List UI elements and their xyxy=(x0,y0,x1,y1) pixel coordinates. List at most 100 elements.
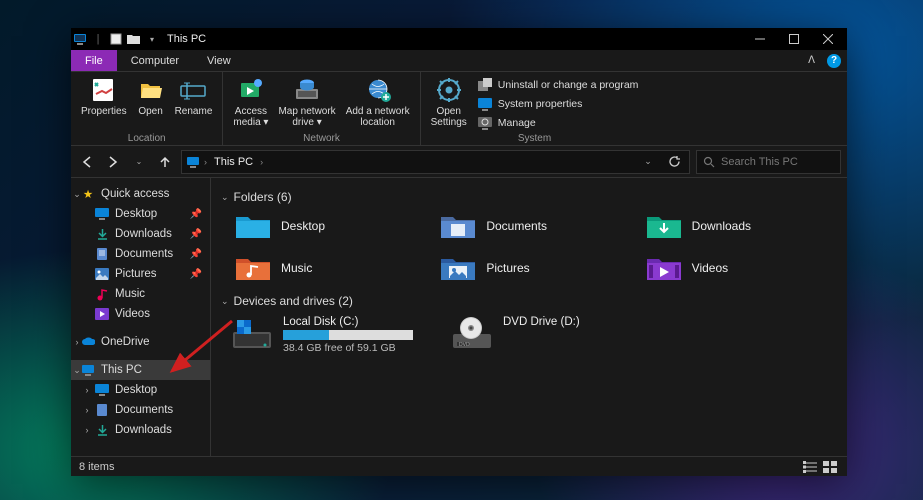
add-network-location-button[interactable]: Add a network location xyxy=(342,74,414,132)
videos-folder-icon xyxy=(646,254,682,282)
minimize-button[interactable] xyxy=(743,28,777,50)
tab-file[interactable]: File xyxy=(71,50,117,71)
rename-icon xyxy=(179,76,207,104)
tab-view[interactable]: View xyxy=(193,50,245,71)
drives-row: Local Disk (C:) 38.4 GB free of 59.1 GB … xyxy=(221,312,837,354)
sidebar-this-pc[interactable]: ⌄ This PC xyxy=(71,360,210,380)
drive-local-disk-c[interactable]: Local Disk (C:) 38.4 GB free of 59.1 GB xyxy=(231,316,431,354)
sidebar-quick-access[interactable]: ⌄ ★ Quick access xyxy=(71,184,210,204)
address-dropdown[interactable]: ⌄ xyxy=(637,151,659,173)
address-bar[interactable]: › This PC › ⌄ xyxy=(181,150,690,174)
manage-button[interactable]: Manage xyxy=(473,114,643,132)
folder-desktop[interactable]: Desktop xyxy=(231,208,426,244)
folder-pictures[interactable]: Pictures xyxy=(436,250,631,286)
window-title: This PC xyxy=(167,33,206,45)
open-settings-button[interactable]: Open Settings xyxy=(427,74,471,132)
qat-separator: | xyxy=(91,32,105,46)
address-pc-icon xyxy=(186,155,200,169)
qat-dropdown-icon[interactable]: ▾ xyxy=(145,32,159,46)
properties-button[interactable]: Properties xyxy=(77,74,131,132)
desktop-folder-icon xyxy=(235,212,271,240)
chevron-right-icon[interactable]: › xyxy=(71,337,83,347)
tab-computer[interactable]: Computer xyxy=(117,50,193,71)
nav-back[interactable] xyxy=(77,152,97,172)
qat-folder-icon[interactable] xyxy=(127,32,141,46)
open-icon xyxy=(137,76,165,104)
music-folder-icon xyxy=(235,254,271,282)
search-placeholder: Search This PC xyxy=(721,156,798,168)
map-drive-icon xyxy=(293,76,321,104)
sidebar-tp-desktop[interactable]: › Desktop xyxy=(71,380,210,400)
group-label-system: System xyxy=(427,132,643,144)
sidebar-desktop[interactable]: Desktop 📌 xyxy=(71,204,210,224)
chevron-right-icon[interactable]: › xyxy=(81,405,93,415)
address-sep2[interactable]: › xyxy=(260,157,263,167)
onedrive-icon xyxy=(81,335,95,349)
nav-recent[interactable]: ⌄ xyxy=(129,152,149,172)
folder-music[interactable]: Music xyxy=(231,250,426,286)
folder-videos[interactable]: Videos xyxy=(642,250,837,286)
pin-icon: 📌 xyxy=(190,229,202,240)
music-icon xyxy=(95,287,109,301)
group-label-network: Network xyxy=(229,132,413,144)
drive-dvd-d[interactable]: DVD DVD Drive (D:) xyxy=(451,316,651,354)
navbar: ⌄ › This PC › ⌄ Search This PC xyxy=(71,146,847,178)
chevron-down-icon: ⌄ xyxy=(221,192,229,203)
maximize-button[interactable] xyxy=(777,28,811,50)
refresh-button[interactable] xyxy=(663,151,685,173)
folder-documents[interactable]: Documents xyxy=(436,208,631,244)
access-media-button[interactable]: Access media ▾ xyxy=(229,74,272,132)
ribbon-group-system: Open Settings Uninstall or change a prog… xyxy=(421,72,649,145)
open-button[interactable]: Open xyxy=(133,74,169,132)
system-properties-button[interactable]: System properties xyxy=(473,95,643,113)
add-location-icon xyxy=(364,76,392,104)
desktop-icon xyxy=(95,207,109,221)
uninstall-icon xyxy=(477,77,493,93)
pin-icon: 📌 xyxy=(190,249,202,260)
sidebar: ⌄ ★ Quick access Desktop 📌 Downloads 📌 D… xyxy=(71,178,211,456)
status-items: 8 items xyxy=(79,461,114,473)
content-pane[interactable]: ⌄ Folders (6) Desktop Documents Download… xyxy=(211,178,847,456)
sidebar-downloads[interactable]: Downloads 📌 xyxy=(71,224,210,244)
chevron-right-icon[interactable]: › xyxy=(81,385,93,395)
address-crumb[interactable]: This PC xyxy=(211,156,256,168)
pictures-icon xyxy=(95,267,109,281)
desktop-icon xyxy=(95,383,109,397)
search-box[interactable]: Search This PC xyxy=(696,150,841,174)
sidebar-tp-downloads[interactable]: › Downloads xyxy=(71,420,210,440)
nav-up[interactable] xyxy=(155,152,175,172)
ribbon-collapse[interactable]: ᐱ xyxy=(802,50,821,71)
drives-section-header[interactable]: ⌄ Devices and drives (2) xyxy=(221,286,837,312)
qat-properties-icon[interactable] xyxy=(109,32,123,46)
large-icons-view-icon[interactable] xyxy=(821,459,839,475)
help-button[interactable]: ? xyxy=(821,50,847,71)
close-button[interactable] xyxy=(811,28,845,50)
address-sep[interactable]: › xyxy=(204,157,207,167)
media-icon xyxy=(237,76,265,104)
search-icon xyxy=(703,156,715,168)
sidebar-onedrive[interactable]: › OneDrive xyxy=(71,332,210,352)
folder-downloads[interactable]: Downloads xyxy=(642,208,837,244)
sidebar-tp-documents[interactable]: › Documents xyxy=(71,400,210,420)
ribbon-group-location: Properties Open Rename Location xyxy=(71,72,223,145)
folders-section-header[interactable]: ⌄ Folders (6) xyxy=(221,182,837,208)
nav-forward[interactable] xyxy=(103,152,123,172)
sidebar-pictures[interactable]: Pictures 📌 xyxy=(71,264,210,284)
properties-icon xyxy=(90,76,118,104)
rename-button[interactable]: Rename xyxy=(171,74,217,132)
uninstall-button[interactable]: Uninstall or change a program xyxy=(473,76,643,94)
downloads-folder-icon xyxy=(646,212,682,240)
ribbon-group-network: Access media ▾ Map network drive ▾ Add a… xyxy=(223,72,420,145)
chevron-down-icon[interactable]: ⌄ xyxy=(71,189,83,200)
sidebar-music[interactable]: Music xyxy=(71,284,210,304)
chevron-right-icon[interactable]: › xyxy=(81,425,93,435)
details-view-icon[interactable] xyxy=(801,459,819,475)
documents-icon xyxy=(95,403,109,417)
chevron-down-icon[interactable]: ⌄ xyxy=(71,365,83,376)
sidebar-videos[interactable]: Videos xyxy=(71,304,210,324)
disk-icon xyxy=(231,316,273,352)
this-pc-icon[interactable] xyxy=(73,32,87,46)
file-explorer-window: | ▾ This PC File Computer View ᐱ ? Prope… xyxy=(71,28,847,476)
map-drive-button[interactable]: Map network drive ▾ xyxy=(274,74,339,132)
sidebar-documents[interactable]: Documents 📌 xyxy=(71,244,210,264)
